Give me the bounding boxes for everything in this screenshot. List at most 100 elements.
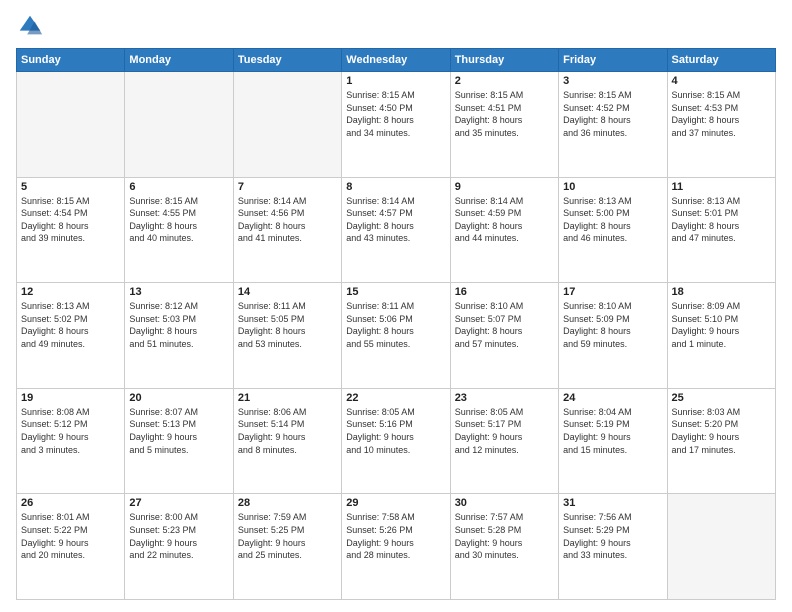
calendar-cell [17,72,125,178]
day-number: 27 [129,497,228,509]
day-number: 1 [346,75,445,87]
calendar-cell: 25 Sunrise: 8:03 AMSunset: 5:20 PMDayligh… [667,388,775,494]
weekday-header-tuesday: Tuesday [233,49,341,72]
calendar-cell: 30 Sunrise: 7:57 AMSunset: 5:28 PMDayligh… [450,494,558,600]
calendar-table: SundayMondayTuesdayWednesdayThursdayFrid… [16,48,776,600]
day-info: Sunrise: 8:13 AMSunset: 5:01 PMDaylight:… [672,195,771,245]
day-number: 26 [21,497,120,509]
calendar-cell: 26Sunrise: 8:01 AMSunset: 5:22 PMDayligh… [17,494,125,600]
day-number: 5 [21,181,120,193]
calendar-cell: 12 Sunrise: 8:13 AMSunset: 5:02 PMDayligh… [17,283,125,389]
weekday-header-friday: Friday [559,49,667,72]
calendar-cell: 31Sunrise: 7:56 AMSunset: 5:29 PMDayligh… [559,494,667,600]
calendar-cell: 8 Sunrise: 8:14 AMSunset: 4:57 PMDaylight… [342,177,450,283]
day-info: Sunrise: 8:03 AMSunset: 5:20 PMDaylight:… [672,406,771,456]
day-number: 19 [21,392,120,404]
day-info: Sunrise: 8:10 AMSunset: 5:07 PMDaylight:… [455,300,554,350]
calendar-cell: 2Sunrise: 8:15 AMSunset: 4:51 PMDaylight… [450,72,558,178]
calendar-cell: 15 Sunrise: 8:11 AMSunset: 5:06 PMDayligh… [342,283,450,389]
day-info: Sunrise: 8:08 AMSunset: 5:12 PMDaylight:… [21,406,120,456]
day-info: Sunrise: 8:04 AMSunset: 5:19 PMDaylight:… [563,406,662,456]
day-number: 20 [129,392,228,404]
day-number: 25 [672,392,771,404]
week-row-5: 26Sunrise: 8:01 AMSunset: 5:22 PMDayligh… [17,494,776,600]
day-info: Sunrise: 8:00 AMSunset: 5:23 PMDaylight:… [129,511,228,561]
day-info: Sunrise: 8:14 AMSunset: 4:59 PMDaylight:… [455,195,554,245]
week-row-3: 12 Sunrise: 8:13 AMSunset: 5:02 PMDayligh… [17,283,776,389]
calendar-cell: 17Sunrise: 8:10 AMSunset: 5:09 PMDayligh… [559,283,667,389]
day-info: Sunrise: 8:15 AMSunset: 4:54 PMDaylight:… [21,195,120,245]
calendar-cell: 16Sunrise: 8:10 AMSunset: 5:07 PMDayligh… [450,283,558,389]
page: SundayMondayTuesdayWednesdayThursdayFrid… [0,0,792,612]
day-info: Sunrise: 8:05 AMSunset: 5:17 PMDaylight:… [455,406,554,456]
calendar-cell: 29 Sunrise: 7:58 AMSunset: 5:26 PMDayligh… [342,494,450,600]
day-info: Sunrise: 7:57 AMSunset: 5:28 PMDaylight:… [455,511,554,561]
logo-icon [16,12,44,40]
week-row-2: 5 Sunrise: 8:15 AMSunset: 4:54 PMDaylight… [17,177,776,283]
day-number: 11 [672,181,771,193]
day-number: 12 [21,286,120,298]
calendar-cell: 3 Sunrise: 8:15 AMSunset: 4:52 PMDaylight… [559,72,667,178]
day-number: 8 [346,181,445,193]
day-info: Sunrise: 8:11 AMSunset: 5:05 PMDaylight:… [238,300,337,350]
header [16,12,776,40]
week-row-1: 1 Sunrise: 8:15 AMSunset: 4:50 PMDaylight… [17,72,776,178]
day-number: 14 [238,286,337,298]
calendar-cell: 4 Sunrise: 8:15 AMSunset: 4:53 PMDaylight… [667,72,775,178]
day-info: Sunrise: 8:06 AMSunset: 5:14 PMDaylight:… [238,406,337,456]
day-info: Sunrise: 7:59 AMSunset: 5:25 PMDaylight:… [238,511,337,561]
calendar-cell: 13Sunrise: 8:12 AMSunset: 5:03 PMDayligh… [125,283,233,389]
day-info: Sunrise: 8:14 AMSunset: 4:57 PMDaylight:… [346,195,445,245]
calendar-cell: 1 Sunrise: 8:15 AMSunset: 4:50 PMDaylight… [342,72,450,178]
day-info: Sunrise: 8:15 AMSunset: 4:55 PMDaylight:… [129,195,228,245]
day-number: 10 [563,181,662,193]
day-number: 21 [238,392,337,404]
logo [16,12,46,40]
day-number: 22 [346,392,445,404]
day-info: Sunrise: 8:07 AMSunset: 5:13 PMDaylight:… [129,406,228,456]
calendar-cell: 19 Sunrise: 8:08 AMSunset: 5:12 PMDayligh… [17,388,125,494]
weekday-header-row: SundayMondayTuesdayWednesdayThursdayFrid… [17,49,776,72]
calendar-cell: 21 Sunrise: 8:06 AMSunset: 5:14 PMDayligh… [233,388,341,494]
calendar-cell [667,494,775,600]
day-number: 30 [455,497,554,509]
day-info: Sunrise: 8:13 AMSunset: 5:02 PMDaylight:… [21,300,120,350]
day-info: Sunrise: 7:58 AMSunset: 5:26 PMDaylight:… [346,511,445,561]
calendar-cell: 20 Sunrise: 8:07 AMSunset: 5:13 PMDayligh… [125,388,233,494]
day-number: 23 [455,392,554,404]
calendar-cell: 18Sunrise: 8:09 AMSunset: 5:10 PMDayligh… [667,283,775,389]
calendar-cell: 23 Sunrise: 8:05 AMSunset: 5:17 PMDayligh… [450,388,558,494]
day-info: Sunrise: 8:05 AMSunset: 5:16 PMDaylight:… [346,406,445,456]
day-number: 4 [672,75,771,87]
day-number: 13 [129,286,228,298]
calendar-cell: 28 Sunrise: 7:59 AMSunset: 5:25 PMDayligh… [233,494,341,600]
day-info: Sunrise: 8:15 AMSunset: 4:53 PMDaylight:… [672,89,771,139]
day-info: Sunrise: 8:09 AMSunset: 5:10 PMDaylight:… [672,300,771,350]
day-info: Sunrise: 8:11 AMSunset: 5:06 PMDaylight:… [346,300,445,350]
day-info: Sunrise: 8:15 AMSunset: 4:52 PMDaylight:… [563,89,662,139]
calendar-cell: 24 Sunrise: 8:04 AMSunset: 5:19 PMDayligh… [559,388,667,494]
day-number: 31 [563,497,662,509]
calendar-cell: 14 Sunrise: 8:11 AMSunset: 5:05 PMDayligh… [233,283,341,389]
weekday-header-thursday: Thursday [450,49,558,72]
calendar-cell: 9 Sunrise: 8:14 AMSunset: 4:59 PMDaylight… [450,177,558,283]
day-number: 28 [238,497,337,509]
day-number: 15 [346,286,445,298]
weekday-header-monday: Monday [125,49,233,72]
weekday-header-wednesday: Wednesday [342,49,450,72]
day-number: 6 [129,181,228,193]
day-number: 9 [455,181,554,193]
day-number: 29 [346,497,445,509]
calendar-cell [233,72,341,178]
day-number: 17 [563,286,662,298]
day-number: 3 [563,75,662,87]
calendar-cell: 22 Sunrise: 8:05 AMSunset: 5:16 PMDayligh… [342,388,450,494]
weekday-header-saturday: Saturday [667,49,775,72]
calendar-cell: 27 Sunrise: 8:00 AMSunset: 5:23 PMDayligh… [125,494,233,600]
calendar-cell: 7Sunrise: 8:14 AMSunset: 4:56 PMDaylight… [233,177,341,283]
calendar-cell: 6 Sunrise: 8:15 AMSunset: 4:55 PMDaylight… [125,177,233,283]
day-number: 24 [563,392,662,404]
day-info: Sunrise: 8:15 AMSunset: 4:50 PMDaylight:… [346,89,445,139]
calendar-cell: 5 Sunrise: 8:15 AMSunset: 4:54 PMDaylight… [17,177,125,283]
calendar-cell: 10Sunrise: 8:13 AMSunset: 5:00 PMDayligh… [559,177,667,283]
